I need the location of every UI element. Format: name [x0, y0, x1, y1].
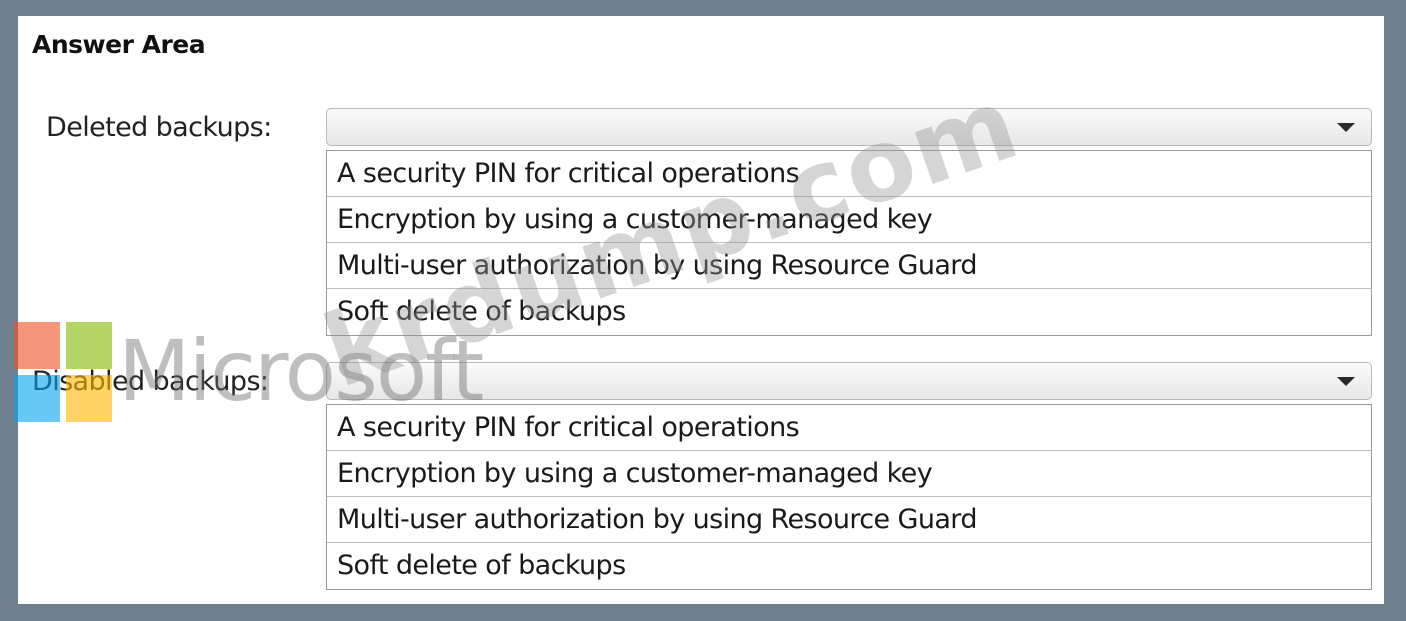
- chevron-down-icon[interactable]: [1337, 377, 1355, 386]
- microsoft-logo-watermark: [14, 322, 112, 422]
- disabled-backups-options: A security PIN for critical operations E…: [326, 404, 1372, 590]
- logo-square-blue: [14, 375, 60, 422]
- disabled-option-soft-delete[interactable]: Soft delete of backups: [327, 543, 1371, 589]
- disabled-option-security-pin[interactable]: A security PIN for critical operations: [327, 405, 1371, 451]
- answer-area-title: Answer Area: [32, 30, 206, 59]
- logo-square-yellow: [66, 375, 112, 422]
- disabled-option-multi-user-auth[interactable]: Multi-user authorization by using Resour…: [327, 497, 1371, 543]
- logo-square-green: [66, 322, 112, 369]
- chevron-down-icon[interactable]: [1337, 123, 1355, 132]
- disabled-option-encryption-cmk[interactable]: Encryption by using a customer-managed k…: [327, 451, 1371, 497]
- logo-square-red: [14, 322, 60, 369]
- disabled-backups-dropdown[interactable]: [326, 362, 1372, 400]
- answer-area-panel: Answer Area Deleted backups: A security …: [18, 16, 1384, 604]
- deleted-backups-label: Deleted backups:: [46, 112, 272, 143]
